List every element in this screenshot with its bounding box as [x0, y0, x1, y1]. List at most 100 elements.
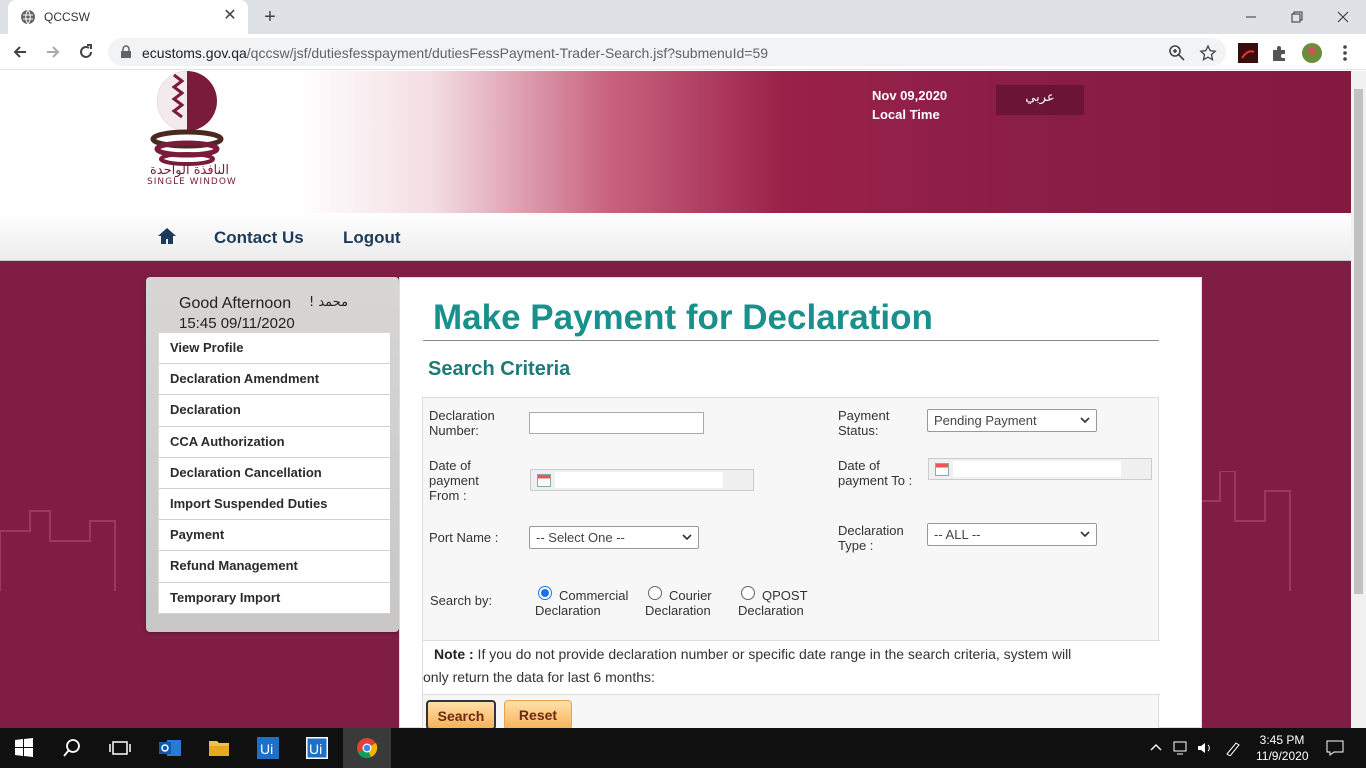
url-text: ecustoms.gov.qa/qccsw/jsf/dutiesfesspaym…: [142, 45, 768, 61]
contact-us-link[interactable]: Contact Us: [214, 228, 304, 248]
date-from-input[interactable]: [530, 469, 754, 491]
sidebar-item-declaration[interactable]: Declaration: [158, 395, 390, 427]
language-toggle-button[interactable]: عربي: [996, 85, 1084, 115]
pdf-extension-icon[interactable]: [1238, 43, 1258, 63]
browser-tab-strip: QCCSW ✕ +: [0, 0, 1366, 34]
pen-icon[interactable]: [1224, 740, 1242, 756]
logout-link[interactable]: Logout: [343, 228, 401, 248]
date-from-label-line3: From :: [429, 488, 467, 503]
forward-button[interactable]: [41, 40, 65, 64]
main-panel: Make Payment for Declaration Search Crit…: [399, 277, 1202, 728]
volume-icon[interactable]: [1196, 740, 1214, 756]
url-host: ecustoms.gov.qa: [142, 45, 247, 61]
declaration-type-select[interactable]: -- ALL --: [927, 523, 1097, 546]
search-form: Declaration Number: Payment Status: Pend…: [422, 397, 1160, 728]
reload-button[interactable]: [74, 40, 98, 64]
date-to-input[interactable]: [928, 458, 1152, 480]
payment-status-select[interactable]: Pending Payment: [927, 409, 1097, 432]
avatar[interactable]: [1302, 43, 1322, 63]
sidebar-item-import-suspended-duties[interactable]: Import Suspended Duties: [158, 488, 390, 521]
svg-text:Ui: Ui: [260, 741, 273, 757]
search-by-label: Search by:: [430, 593, 493, 608]
date-to-label-line2: payment To :: [838, 473, 913, 488]
note-text-line2: only return the data for last 6 months:: [423, 669, 655, 685]
address-bar[interactable]: ecustoms.gov.qa/qccsw/jsf/dutiesfesspaym…: [108, 38, 1226, 66]
page-scrollbar[interactable]: [1351, 71, 1366, 728]
home-icon[interactable]: [157, 227, 177, 245]
arrow-right-icon: [47, 46, 60, 58]
main-nav: Contact Us Logout: [0, 213, 1351, 261]
restore-icon: [1291, 11, 1303, 23]
side-menu: View Profile Declaration Amendment Decla…: [158, 333, 390, 614]
reset-button[interactable]: Reset: [504, 700, 572, 728]
calendar-icon[interactable]: [935, 463, 949, 476]
arrow-left-icon: [13, 46, 26, 58]
tray-clock[interactable]: 3:45 PM 11/9/2020: [1256, 732, 1309, 764]
chrome-app[interactable]: [343, 728, 391, 768]
uipath-app-2[interactable]: Ui: [293, 728, 341, 768]
search-icon: [63, 739, 80, 757]
declaration-number-label: Declaration Number:: [429, 408, 495, 438]
uipath-app-1[interactable]: Ui: [244, 728, 292, 768]
back-button[interactable]: [8, 40, 32, 64]
url-path: /qccsw/jsf/dutiesfesspayment/dutiesFessP…: [246, 45, 769, 61]
chevron-up-icon[interactable]: [1150, 742, 1162, 752]
date-from-field[interactable]: [555, 472, 723, 488]
sidebar-item-temporary-import[interactable]: Temporary Import: [158, 582, 390, 614]
declaration-type-label-line2: Type :: [838, 538, 874, 553]
sidebar-item-payment[interactable]: Payment: [158, 520, 390, 552]
outlook-icon: [159, 740, 181, 756]
local-time-label: Local Time: [872, 107, 940, 122]
task-view-button[interactable]: [96, 728, 144, 768]
radio-commercial-label: Commercial Declaration: [535, 588, 628, 618]
date-from-label: Date of payment From :: [429, 458, 479, 503]
lock-icon: [121, 45, 131, 58]
browser-toolbar: ecustoms.gov.qa/qccsw/jsf/dutiesfesspaym…: [0, 34, 1366, 70]
search-button[interactable]: Search: [426, 700, 496, 728]
scrollbar-thumb[interactable]: [1354, 89, 1363, 594]
date-to-field[interactable]: [953, 461, 1121, 477]
close-window-button[interactable]: [1320, 0, 1366, 34]
date-to-label-line1: Date of: [838, 458, 880, 473]
more-menu-icon[interactable]: [1335, 43, 1355, 63]
radio-courier-label-line1: Courier: [669, 588, 712, 603]
sidebar-item-declaration-cancellation[interactable]: Declaration Cancellation: [158, 457, 390, 489]
sidebar-item-refund-management[interactable]: Refund Management: [158, 551, 390, 583]
port-name-value: -- Select One --: [536, 530, 625, 545]
minimize-button[interactable]: [1228, 0, 1274, 34]
declaration-type-label: Declaration Type :: [838, 523, 904, 553]
declaration-number-input[interactable]: [529, 412, 704, 434]
network-icon[interactable]: [1172, 740, 1190, 756]
reload-icon: [80, 44, 92, 58]
section-title: Search Criteria: [428, 358, 571, 380]
uipath-icon: Ui: [257, 737, 279, 759]
notification-icon[interactable]: [1326, 740, 1344, 756]
date-from-label-line1: Date of: [429, 458, 471, 473]
folder-icon: [209, 741, 229, 756]
chevron-down-icon: [682, 534, 692, 541]
browser-tab[interactable]: QCCSW ✕: [8, 0, 248, 34]
search-taskbar-button[interactable]: [48, 728, 96, 768]
zoom-icon[interactable]: [1168, 44, 1186, 62]
calendar-icon[interactable]: [537, 474, 551, 487]
sidebar-item-view-profile[interactable]: View Profile: [158, 333, 390, 365]
sidebar-item-declaration-amendment[interactable]: Declaration Amendment: [158, 364, 390, 396]
restore-button[interactable]: [1274, 0, 1320, 34]
star-icon[interactable]: [1199, 44, 1217, 62]
new-tab-button[interactable]: +: [258, 5, 282, 29]
radio-commercial-label-line1: Commercial: [559, 588, 629, 603]
radio-commercial-label-line2: Declaration: [535, 603, 601, 618]
outlook-app[interactable]: [146, 728, 194, 768]
start-button[interactable]: [0, 728, 48, 768]
chevron-down-icon: [1080, 531, 1090, 538]
logo-english-text: SINGLE WINDOW: [147, 177, 237, 187]
port-name-select[interactable]: -- Select One --: [529, 526, 699, 549]
sidebar-item-cca-authorization[interactable]: CCA Authorization: [158, 426, 390, 458]
puzzle-icon[interactable]: [1270, 43, 1290, 63]
file-explorer-app[interactable]: [195, 728, 243, 768]
task-view-icon: [109, 741, 131, 755]
globe-icon: [21, 9, 35, 25]
close-tab-icon[interactable]: ✕: [220, 6, 240, 26]
date-to-label: Date of payment To :: [838, 458, 912, 488]
note-label: Note :: [434, 646, 474, 662]
